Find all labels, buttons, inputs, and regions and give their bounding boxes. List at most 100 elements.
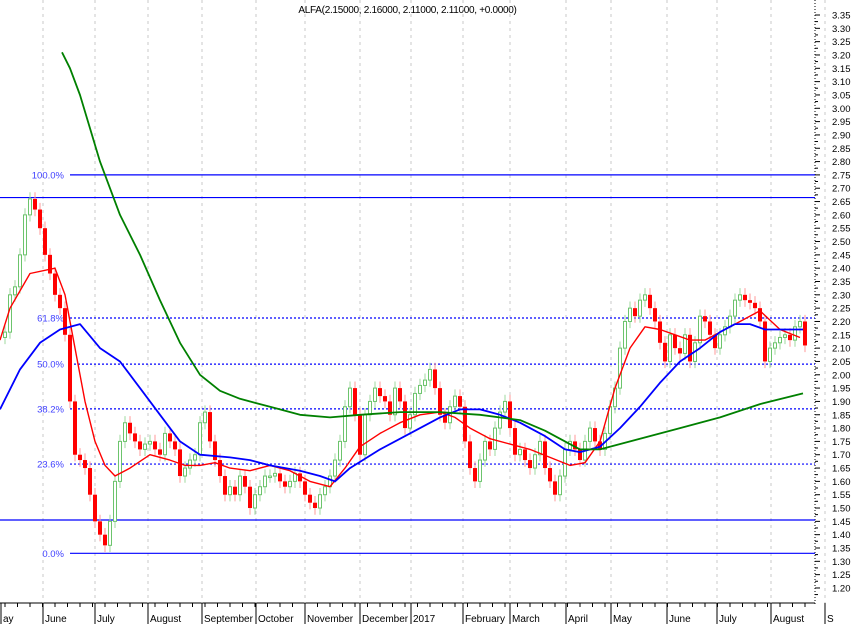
candle-body-up (768, 347, 772, 362)
candlestick (593, 421, 597, 449)
candlestick (393, 381, 397, 422)
price-tick-label: 1.85 (832, 410, 851, 421)
candlestick (518, 442, 522, 462)
candlestick (28, 192, 32, 222)
candlestick (373, 381, 377, 409)
candle-body-up (188, 459, 192, 469)
candle-body-up (203, 411, 207, 424)
candlestick (418, 378, 422, 401)
price-chart[interactable]: ay June July August September October November… (0, 0, 863, 626)
candle-body-down (173, 441, 177, 450)
candlestick (233, 480, 237, 502)
candle-body-down (308, 494, 312, 503)
candlestick (88, 461, 92, 502)
candle-body-up (393, 387, 397, 416)
candle-body-down (753, 302, 757, 309)
candlestick (148, 434, 152, 451)
candle-body-up (798, 320, 802, 328)
candle-body-down (653, 308, 657, 322)
candle-body-up (738, 294, 742, 301)
candle-body-down (213, 441, 217, 461)
candlestick (453, 389, 457, 414)
candlestick (683, 328, 687, 361)
candle-body-up (628, 307, 632, 322)
price-tick-label: 2.60 (832, 210, 851, 221)
candlestick (363, 408, 367, 462)
month-label: June (45, 614, 67, 625)
candlestick (663, 336, 667, 369)
candlestick (558, 469, 562, 502)
candlestick (98, 514, 102, 542)
candle-body-up (558, 475, 562, 496)
price-tick-label: 2.50 (832, 237, 851, 248)
candlestick (433, 362, 437, 395)
candle-body-up (318, 494, 322, 509)
month-label: September (204, 614, 254, 625)
price-tick-label: 2.65 (832, 197, 851, 208)
candle-body-up (288, 480, 292, 488)
price-tick-label: 3.25 (832, 37, 851, 48)
candle-body-down (803, 321, 807, 346)
candlestick (553, 474, 557, 502)
candlestick (423, 373, 427, 393)
month-label: November (307, 614, 354, 625)
candlestick (378, 381, 382, 403)
candlestick (368, 394, 372, 422)
candle-body-up (193, 454, 197, 461)
candlestick (228, 480, 232, 502)
candle-body-up (13, 286, 17, 296)
fib-level-label: 0.0% (42, 549, 64, 560)
candlestick (508, 394, 512, 435)
candle-body-down (673, 334, 677, 349)
candlestick (153, 434, 157, 457)
candle-body-down (633, 308, 637, 317)
candle-body-up (183, 467, 187, 477)
candlestick (483, 434, 487, 467)
price-tick-label: 2.75 (832, 170, 851, 181)
candle-body-down (648, 294, 652, 309)
price-tick-label: 3.30 (832, 24, 851, 35)
price-tick-label: 2.15 (832, 330, 851, 341)
price-tick-label: 3.05 (832, 90, 851, 101)
candle-body-down (438, 388, 442, 415)
candlestick (18, 248, 22, 294)
candle-body-up (718, 334, 722, 349)
candle-body-up (698, 315, 702, 344)
candle-body-down (513, 428, 517, 455)
candle-body-down (708, 321, 712, 335)
candle-body-down (468, 441, 472, 469)
price-tick-label: 2.10 (832, 344, 851, 355)
candlestick (513, 421, 517, 462)
candle-body-down (508, 401, 512, 429)
candlestick (133, 426, 137, 449)
price-tick-label: 1.20 (832, 583, 851, 594)
month-label: August (773, 614, 804, 625)
candle-body-up (338, 440, 342, 461)
candlestick (443, 408, 447, 430)
candle-body-down (218, 460, 222, 477)
candlestick (623, 314, 627, 355)
candle-body-up (228, 486, 232, 496)
candle-body-down (593, 428, 597, 442)
candlestick (68, 328, 72, 409)
candle-body-down (283, 481, 287, 487)
candlestick (38, 202, 42, 235)
candle-body-down (98, 521, 102, 535)
candle-body-up (148, 440, 152, 445)
candle-body-down (748, 300, 752, 303)
price-tick-label: 1.40 (832, 530, 851, 541)
price-tick-label: 2.30 (832, 290, 851, 301)
candle-body-up (773, 342, 777, 349)
candlestick (338, 434, 342, 467)
candle-body-down (743, 294, 747, 301)
chart-window: ALFA(2.15000, 2.16000, 2.11000, 2.11000,… (0, 0, 863, 626)
candlestick (618, 341, 622, 395)
month-label: May (613, 614, 632, 625)
candlestick (648, 288, 652, 315)
candlestick (123, 416, 127, 449)
candlestick (403, 394, 407, 435)
price-tick-label: 2.20 (832, 317, 851, 328)
price-tick-label: 3.35 (832, 11, 851, 22)
candle-body-down (678, 348, 682, 354)
candle-body-up (268, 475, 272, 479)
